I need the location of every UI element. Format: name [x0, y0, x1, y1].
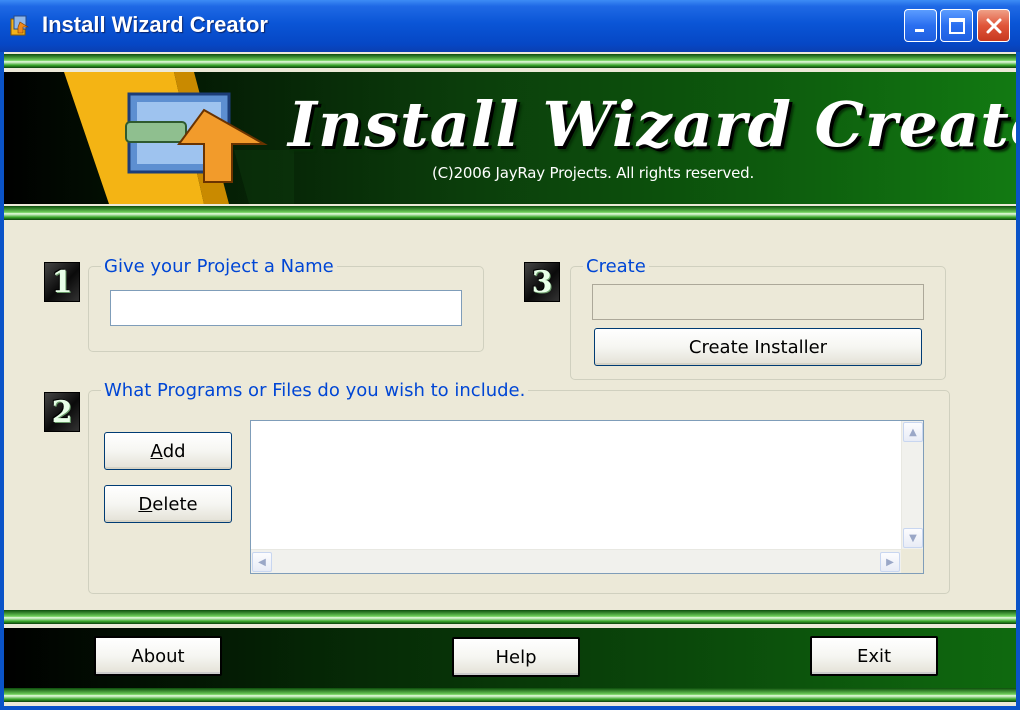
minimize-icon: [914, 28, 924, 32]
help-label: Help: [495, 646, 537, 668]
chevron-up-icon: ▲: [909, 426, 917, 438]
horizontal-scrollbar[interactable]: ◀ ▶: [251, 549, 901, 573]
help-button[interactable]: Help: [452, 637, 580, 677]
title-bar[interactable]: Install Wizard Creator: [0, 0, 1020, 52]
scroll-right-button[interactable]: ▶: [880, 552, 900, 572]
minimize-button[interactable]: [904, 9, 937, 42]
step-number-1: 1: [44, 262, 80, 302]
top-green-strip: [4, 54, 1016, 68]
app-icon[interactable]: [8, 13, 32, 37]
scrollbar-corner: [901, 549, 923, 573]
step-number-3: 3: [524, 262, 560, 302]
mid-green-strip: [4, 206, 1016, 220]
create-installer-button[interactable]: Create Installer: [594, 328, 922, 366]
chevron-left-icon: ◀: [258, 556, 266, 568]
copyright-text: (C)2006 JayRay Projects. All rights rese…: [432, 164, 755, 182]
files-listbox[interactable]: ▲ ▼ ◀ ▶: [250, 420, 924, 574]
close-icon: [986, 18, 1001, 33]
add-button[interactable]: Add: [104, 432, 232, 470]
about-button[interactable]: About: [94, 636, 222, 676]
delete-accel-char: D: [138, 493, 153, 515]
scroll-up-button[interactable]: ▲: [903, 422, 923, 442]
installer-box-icon: [64, 72, 294, 204]
delete-label-rest: elete: [152, 493, 198, 515]
files-legend: What Programs or Files do you wish to in…: [101, 380, 529, 401]
client-area: Install Wizard Creator (C)2006 JayRay Pr…: [4, 52, 1016, 706]
window-title: Install Wizard Creator: [42, 12, 268, 37]
exit-button[interactable]: Exit: [810, 636, 938, 676]
scroll-left-button[interactable]: ◀: [252, 552, 272, 572]
close-button[interactable]: [977, 9, 1010, 42]
header-banner: Install Wizard Creator (C)2006 JayRay Pr…: [4, 72, 1016, 204]
exit-label: Exit: [856, 645, 892, 667]
create-installer-label: Create Installer: [688, 336, 828, 358]
chevron-right-icon: ▶: [886, 556, 894, 568]
banner-title: Install Wizard Creator: [288, 88, 1016, 161]
chevron-down-icon: ▼: [909, 532, 917, 544]
bottom-green-strip-bottom: [4, 688, 1016, 702]
application-window: Install Wizard Creator Install Wizard Cr…: [0, 0, 1020, 710]
maximize-icon: [948, 17, 965, 34]
project-name-input[interactable]: [110, 290, 462, 326]
create-legend: Create: [583, 256, 649, 277]
maximize-button[interactable]: [940, 9, 973, 42]
add-accel-char: A: [150, 440, 163, 462]
scroll-down-button[interactable]: ▼: [903, 528, 923, 548]
project-name-legend: Give your Project a Name: [101, 256, 337, 277]
step-number-2: 2: [44, 392, 80, 432]
vertical-scrollbar[interactable]: ▲ ▼: [901, 421, 923, 549]
about-label: About: [131, 645, 185, 667]
bottom-green-strip-top: [4, 610, 1016, 624]
delete-button[interactable]: Delete: [104, 485, 232, 523]
create-status-field: [592, 284, 924, 320]
add-label-rest: dd: [162, 440, 186, 462]
